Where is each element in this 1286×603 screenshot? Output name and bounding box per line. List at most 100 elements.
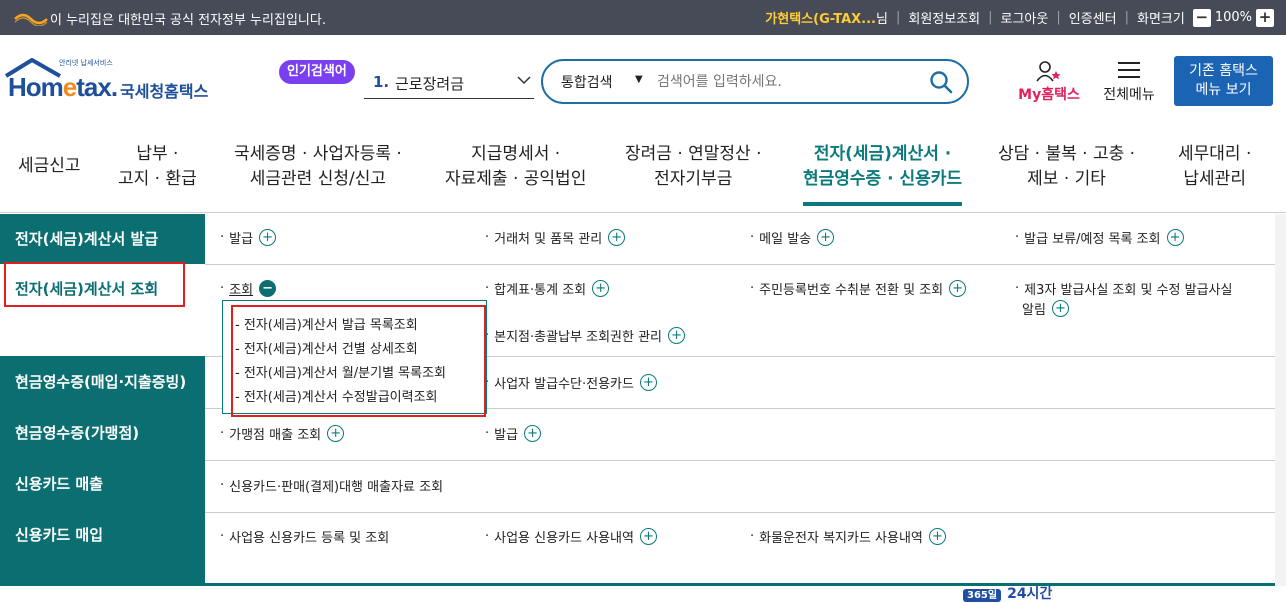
search-scope-select[interactable]: 통합검색: [561, 72, 613, 92]
menu-partner-items[interactable]: · 거래처 및 품목 관리 +: [485, 228, 626, 247]
screen-size-label: 화면크기: [1136, 12, 1185, 27]
zoom-out-button[interactable]: −: [1192, 8, 1211, 27]
plus-icon[interactable]: +: [592, 280, 610, 297]
gnb-label: 전자(세금)계산서 ·: [813, 144, 952, 164]
plus-icon[interactable]: +: [608, 229, 626, 246]
topbar-right: 가현택스(G-TAX... 님 | 회원정보조회 | 로그아웃 | 인증센터 |…: [765, 8, 1278, 27]
menu-label: 주민등록번호 수취분 전환 및 조회: [759, 283, 944, 298]
plus-icon[interactable]: +: [668, 327, 686, 344]
service-hours-text: 24시간: [1007, 586, 1053, 602]
gnb-label: 전자기부금: [654, 169, 733, 189]
plus-icon[interactable]: +: [327, 425, 345, 442]
gnb-item-consult[interactable]: 상담 · 불복 · 고충 · 제보 · 기타: [998, 142, 1135, 192]
menu-hold-list[interactable]: · 발급 보류/예정 목록 조회 +: [1015, 228, 1184, 247]
my-hometax-button[interactable]: My홈택스: [1014, 60, 1084, 104]
logo-part: tax.: [76, 72, 118, 102]
menu-label: 신용카드·판매(결제)대행 매출자료 조회: [229, 480, 444, 495]
menu-business-card[interactable]: · 사업자 발급수단·전용카드 +: [485, 373, 657, 392]
menu-label: 알림: [1022, 303, 1046, 318]
search-input[interactable]: [657, 70, 917, 94]
search-bar: 통합검색 ▼: [541, 59, 969, 104]
scrollbar[interactable]: [1275, 214, 1286, 586]
service-hours: 365일 24시간: [963, 583, 1052, 603]
plus-icon[interactable]: +: [639, 374, 657, 391]
gnb-item-e-invoice[interactable]: 전자(세금)계산서 · 현금영수증 · 신용카드: [803, 142, 963, 206]
gnb-item-statements[interactable]: 지급명세서 · 자료제출 · 공익법인: [445, 142, 586, 192]
menu-label: 조회: [229, 283, 254, 298]
gnb-label: 세무대리 ·: [1178, 144, 1252, 164]
gnb-item-agent[interactable]: 세무대리 · 납세관리: [1178, 142, 1251, 192]
logo-part: Hom: [8, 72, 64, 102]
divider: |: [1056, 10, 1061, 25]
divider: |: [988, 10, 993, 25]
menu-label: 본지점·총괄납부 조회권한 관리: [494, 330, 663, 345]
logo-part-e: e: [62, 72, 78, 102]
member-info-link[interactable]: 회원정보조회: [908, 8, 980, 27]
search-icon[interactable]: [929, 70, 953, 94]
zoom-in-button[interactable]: +: [1256, 8, 1274, 27]
gnb-item-payment[interactable]: 납부 · 고지 · 환급: [118, 142, 197, 192]
plus-icon[interactable]: +: [259, 229, 277, 246]
gnb-item-incentives[interactable]: 장려금 · 연말정산 · 전자기부금: [625, 142, 762, 192]
plus-icon[interactable]: +: [817, 229, 835, 246]
gnb-label: 자료제출 · 공익법인: [445, 169, 587, 189]
logo-subtitle: 안리넷 납세서비스: [59, 59, 113, 67]
gnb-label: 상담 · 불복 · 고충 ·: [998, 144, 1136, 164]
category-cash-receipt-buy[interactable]: 현금영수증(매입·지출증빙): [0, 356, 205, 408]
plus-icon[interactable]: +: [928, 528, 946, 545]
gnb-label: 세금관련 신청/신고: [249, 169, 387, 189]
menu-summary-stats[interactable]: · 합계표·통계 조회 +: [485, 279, 610, 298]
menu-business-card-usage[interactable]: · 사업용 신용카드 사용내역 +: [485, 527, 657, 546]
menu-card-sales-data[interactable]: · 신용카드·판매(결제)대행 매출자료 조회: [220, 476, 443, 495]
category-card-buy[interactable]: 신용카드 매입: [0, 510, 205, 560]
plus-icon[interactable]: +: [639, 528, 657, 545]
cert-center-link[interactable]: 인증센터: [1069, 8, 1117, 27]
legacy-menu-button[interactable]: 기존 홈택스 메뉴 보기: [1174, 56, 1273, 106]
all-menu-label: 전체메뉴: [1103, 87, 1155, 103]
category-issue[interactable]: 전자(세금)계산서 발급: [0, 214, 205, 264]
plus-icon[interactable]: +: [949, 280, 967, 297]
menu-mail-send[interactable]: · 메일 발송 +: [750, 228, 835, 247]
minus-icon[interactable]: −: [259, 280, 277, 297]
chevron-down-icon: ▼: [635, 74, 643, 85]
zoom-level: 100%: [1214, 10, 1252, 25]
user-name[interactable]: 가현택스(G-TAX...: [765, 8, 876, 27]
logo-name: 국세청홈택스: [120, 82, 209, 101]
gnb-label: 장려금 · 연말정산 ·: [625, 144, 762, 164]
popular-rank: 1.: [373, 73, 390, 91]
my-hometax-label: My홈택스: [1018, 87, 1080, 103]
menu-label: 가맹점 매출 조회: [229, 428, 322, 443]
gnb-item-certificates[interactable]: 국세증명 · 사업자등록 · 세금관련 신청/신고: [234, 142, 402, 192]
menu-store-issue[interactable]: · 발급 +: [485, 424, 542, 443]
all-menu-button[interactable]: 전체메뉴: [1096, 60, 1162, 104]
plus-icon[interactable]: +: [1051, 300, 1069, 317]
divider: [205, 512, 1275, 513]
category-card-sales[interactable]: 신용카드 매출: [0, 458, 205, 510]
menu-business-card-register[interactable]: · 사업용 신용카드 등록 및 조회: [220, 527, 389, 546]
logout-link[interactable]: 로그아웃: [1001, 8, 1049, 27]
plus-icon[interactable]: +: [1166, 229, 1184, 246]
menu-freight-card-usage[interactable]: · 화물운전자 복지카드 사용내역 +: [750, 527, 946, 546]
menu-label: 거래처 및 품목 관리: [494, 232, 603, 247]
menu-inquiry[interactable]: · 조회 −: [220, 279, 277, 298]
menu-third-party[interactable]: · 제3자 발급사실 조회 및 수정 발급사실: [1015, 279, 1232, 298]
menu-branch-auth[interactable]: · 본지점·총괄납부 조회권한 관리 +: [485, 326, 686, 345]
legacy-line1: 기존 홈택스: [1189, 63, 1258, 79]
gnb-item-tax-return[interactable]: 세금신고: [18, 154, 81, 179]
menu-issue[interactable]: · 발급 +: [220, 228, 277, 247]
gnb-label: 제보 · 기타: [1027, 169, 1106, 189]
menu-resident-number[interactable]: · 주민등록번호 수취분 전환 및 조회 +: [750, 279, 967, 298]
gov-notice-text: 이 누리집은 대한민국 공식 전자정부 누리집입니다.: [50, 13, 326, 28]
gnb-label: 지급명세서 ·: [471, 144, 561, 164]
menu-third-party-notice[interactable]: 알림 +: [1022, 299, 1069, 318]
legacy-line2: 메뉴 보기: [1195, 82, 1252, 98]
menu-store-sales[interactable]: · 가맹점 매출 조회 +: [220, 424, 345, 443]
plus-icon[interactable]: +: [524, 425, 542, 442]
menu-label: 발급 보류/예정 목록 조회: [1024, 232, 1161, 247]
popular-keyword: 근로장려금: [395, 75, 465, 93]
popular-search-select[interactable]: 1. 근로장려금: [364, 68, 534, 99]
menu-label: 사업용 신용카드 사용내역: [494, 531, 634, 546]
hometax-logo[interactable]: 안리넷 납세서비스 Hometax. 국세청홈택스: [4, 58, 224, 103]
gnb-label: 국세증명 · 사업자등록 ·: [234, 144, 402, 164]
category-cash-receipt-store[interactable]: 현금영수증(가맹점): [0, 408, 205, 458]
